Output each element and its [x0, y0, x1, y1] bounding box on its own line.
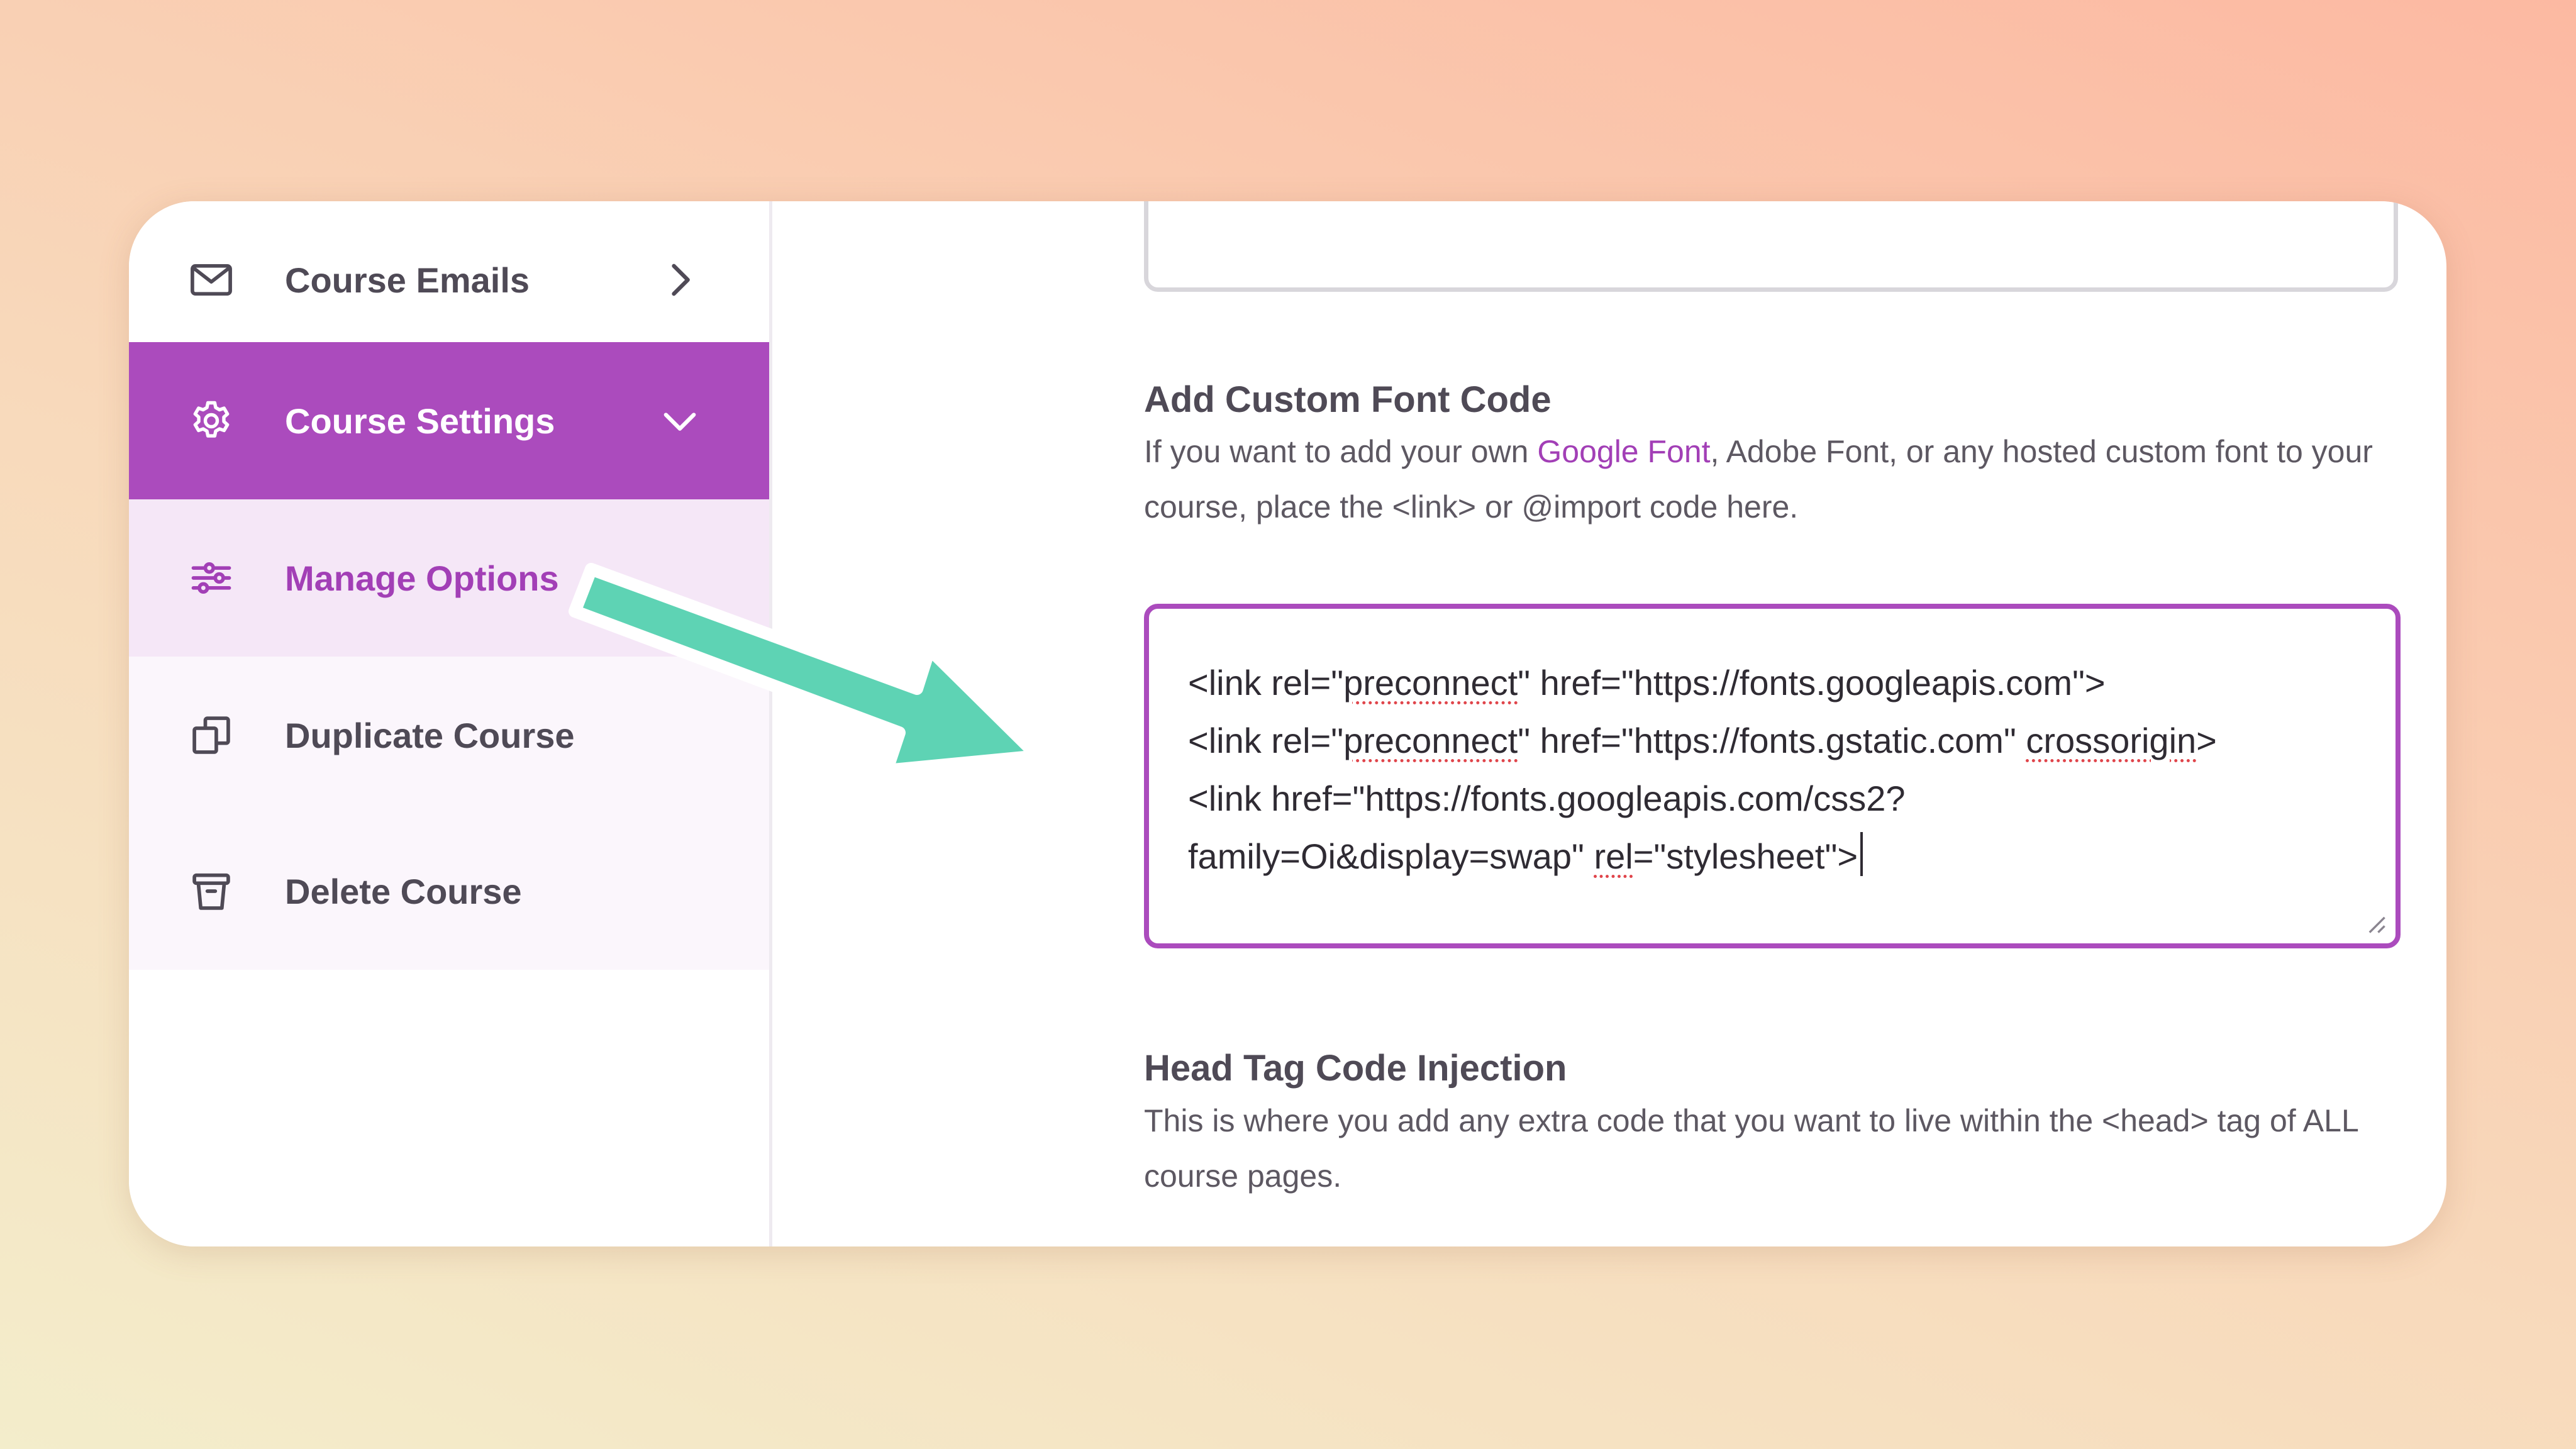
sidebar-item-label: Course Emails: [285, 260, 530, 300]
gear-icon: [184, 394, 238, 448]
sidebar-item-duplicate-course[interactable]: Duplicate Course: [129, 657, 769, 814]
sidebar-item-manage-options[interactable]: Manage Options: [129, 499, 769, 657]
code-line: <link rel="preconnect" href="https://fon…: [1188, 663, 2106, 702]
head-tag-description: This is where you add any extra code tha…: [1144, 1103, 2358, 1194]
code-line: family=Oi&display=swap" rel="stylesheet"…: [1188, 828, 2357, 886]
trash-icon: [184, 864, 238, 918]
sliders-icon: [184, 551, 238, 605]
sidebar-item-label: Course Settings: [285, 401, 555, 441]
sidebar-item-delete-course[interactable]: Delete Course: [129, 813, 769, 970]
previous-textarea[interactable]: [1144, 201, 2398, 292]
settings-content: Add Custom Font Code If you want to add …: [772, 201, 2446, 1246]
code-line: <link href="https://fonts.googleapis.com…: [1188, 779, 1906, 818]
settings-card: Course Emails Course Settings Manage Opt…: [129, 201, 2446, 1246]
resize-handle-icon[interactable]: [2365, 913, 2387, 935]
code-line: <link rel="preconnect" href="https://fon…: [1188, 721, 2217, 760]
sidebar-item-course-emails[interactable]: Course Emails: [129, 201, 769, 358]
description-text: If you want to add your own: [1144, 434, 1538, 469]
mail-icon: [184, 253, 238, 307]
head-tag-heading: Head Tag Code Injection: [1144, 1048, 1567, 1089]
sidebar: Course Emails Course Settings Manage Opt…: [129, 201, 772, 1246]
chevron-down-icon: [663, 413, 696, 431]
google-font-link[interactable]: Google Font: [1537, 434, 1710, 469]
custom-font-heading: Add Custom Font Code: [1144, 379, 1552, 420]
sidebar-item-label: Duplicate Course: [285, 715, 575, 755]
chevron-right-icon: [672, 264, 690, 296]
duplicate-icon: [184, 708, 238, 762]
sidebar-item-label: Manage Options: [285, 558, 559, 598]
text-caret: [1860, 832, 1863, 876]
custom-font-code-textarea[interactable]: <link rel="preconnect" href="https://fon…: [1144, 604, 2401, 948]
sidebar-item-label: Delete Course: [285, 871, 522, 911]
sidebar-item-course-settings[interactable]: Course Settings: [129, 342, 769, 499]
custom-font-description: If you want to add your own Google Font,…: [1144, 424, 2414, 535]
